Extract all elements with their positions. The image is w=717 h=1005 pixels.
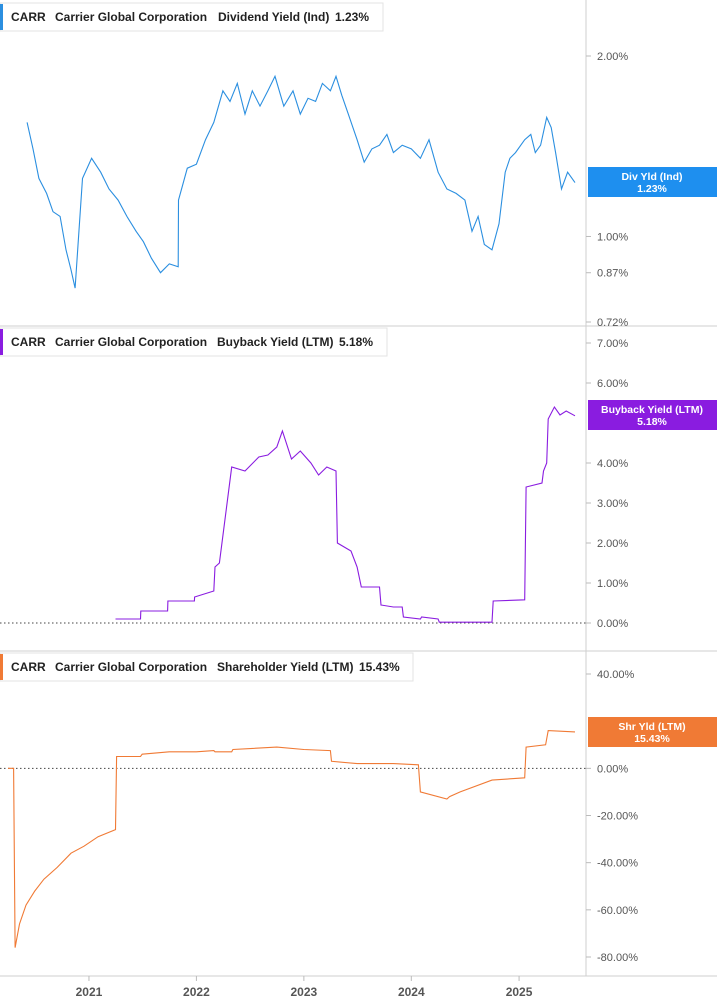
pane-title-metric: Buyback Yield (LTM) [217, 335, 333, 349]
current-value-tag-value: 15.43% [634, 733, 670, 745]
pane-title-ticker: CARR [11, 10, 46, 24]
ytick-label: 6.00% [597, 378, 628, 390]
pane-title[interactable]: CARR Carrier Global Corporation Sharehol… [0, 652, 414, 682]
current-value-tag-label: Div Yld (Ind) [621, 171, 682, 183]
pane-title-value: 5.18% [339, 335, 373, 349]
pane-title-company: Carrier Global Corporation [55, 660, 207, 674]
pane-title-metric: Shareholder Yield (LTM) [217, 660, 353, 674]
dividend-yield-pane: 2.00% 1.00% 0.87% 0.72% CARR Carrier Global… [0, 2, 717, 329]
dividend-yield-line [26, 74, 576, 289]
xtick-label: 2024 [398, 985, 425, 999]
pane-title-value: 1.23% [335, 10, 369, 24]
buyback-yield-line [115, 405, 576, 623]
ytick-label: -60.00% [597, 905, 638, 917]
current-value-tag-label: Shr Yld (LTM) [618, 721, 685, 733]
yaxis-ticks: 40.00% 0.00% -20.00% -40.00% -60.00% -80.00% [586, 669, 638, 964]
pane-title-company: Carrier Global Corporation [55, 10, 207, 24]
ytick-label: 1.00% [597, 231, 628, 243]
ytick-label: 1.00% [597, 578, 628, 590]
ytick-label: -40.00% [597, 858, 638, 870]
current-value-tag: Buyback Yield (LTM) 5.18% [588, 400, 717, 430]
yaxis-ticks: 7.00% 6.00% 4.00% 3.00% 2.00% 1.00% 0.00% [586, 338, 628, 630]
current-value-tag: Div Yld (Ind) 1.23% [588, 167, 717, 197]
x-axis: 2021 2022 2023 2024 2025 [76, 976, 533, 999]
shareholder-yield-pane: 40.00%0.00%-20.00%-40.00%-60.00%-80.00% … [0, 652, 717, 964]
pane-title-ticker: CARR [11, 660, 46, 674]
pane-title-company: Carrier Global Corporation [55, 335, 207, 349]
current-value-tag-value: 5.18% [637, 416, 667, 428]
pane-title-accent [0, 329, 3, 355]
pane-title-ticker: CARR [11, 335, 46, 349]
ytick-label: 0.00% [597, 763, 628, 775]
buyback-yield-pane: 7.00% 6.00% 4.00% 3.00% 2.00% 1.00% 0.00% CARR… [0, 327, 717, 630]
ytick-label: 2.00% [597, 51, 628, 63]
pane-title[interactable]: CARR Carrier Global Corporation Buyback … [0, 327, 388, 357]
pane-title-accent [0, 654, 3, 680]
ytick-label: 0.87% [597, 268, 628, 280]
ytick-label: -20.00% [597, 811, 638, 823]
current-value-tag-value: 1.23% [637, 183, 667, 195]
chart-canvas: 2.00% 1.00% 0.87% 0.72% CARR Carrier Global… [0, 0, 717, 999]
current-value-tag-label: Buyback Yield (LTM) [601, 404, 703, 416]
ytick-label: 2.00% [597, 538, 628, 550]
shareholder-yield-line [8, 730, 576, 948]
ytick-label: -80.00% [597, 952, 638, 964]
ytick-label: 0.72% [597, 317, 628, 329]
pane-title[interactable]: CARR Carrier Global Corporation Dividend… [0, 2, 384, 32]
xtick-label: 2023 [291, 985, 318, 999]
ytick-label: 4.00% [597, 458, 628, 470]
ytick-label: 3.00% [597, 498, 628, 510]
ytick-label: 0.00% [597, 618, 628, 630]
pane-title-value: 15.43% [359, 660, 400, 674]
ytick-label: 40.00% [597, 669, 635, 681]
xtick-label: 2022 [183, 985, 210, 999]
xtick-label: 2021 [76, 985, 103, 999]
pane-title-metric: Dividend Yield (Ind) [218, 10, 329, 24]
current-value-tag: Shr Yld (LTM) 15.43% [588, 717, 717, 747]
pane-title-accent [0, 4, 3, 30]
ytick-label: 7.00% [597, 338, 628, 350]
xtick-label: 2025 [506, 985, 533, 999]
